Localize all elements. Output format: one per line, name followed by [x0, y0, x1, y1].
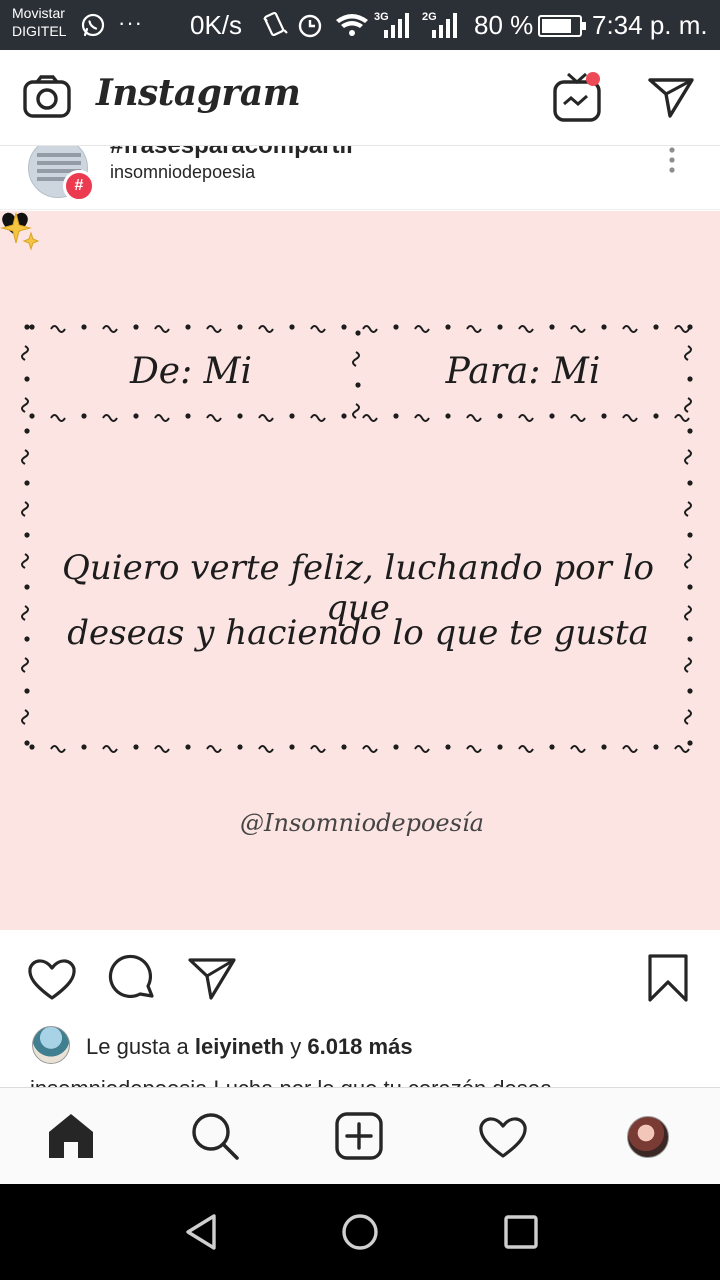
battery-level [542, 19, 571, 33]
home-circle-icon[interactable] [340, 1212, 380, 1252]
save-bookmark-icon[interactable] [642, 954, 694, 1004]
comment-icon[interactable] [106, 954, 158, 1004]
back-icon[interactable] [182, 1212, 222, 1252]
likes-prefix: Le gusta a [86, 1034, 195, 1059]
network-speed: 0K/s [190, 10, 243, 40]
network-2g-label: 2G [422, 11, 437, 23]
likes-count[interactable]: 6.018 más [307, 1034, 412, 1059]
like-heart-icon[interactable] [26, 954, 78, 1004]
likes-text: Le gusta a leiyineth y 6.018 más [86, 1034, 413, 1060]
battery-percent: 80 % [474, 10, 534, 40]
post-image[interactable]: De: Mi Para: Mi Quiero verte feliz, luch… [0, 211, 720, 930]
instagram-top-bar: Instagram [0, 50, 720, 146]
post-actions [0, 930, 720, 1024]
igtv-notification-dot [586, 72, 600, 86]
alarm-icon [298, 14, 322, 38]
post-header: # #frasesparacompartir insomniodepoesia [0, 146, 720, 210]
carrier-line2: DIGITEL [12, 23, 67, 39]
status-icons: 3G 2G [263, 11, 457, 38]
post-username[interactable]: insomniodepoesia [110, 162, 255, 183]
sparkle-icon [0, 212, 40, 251]
instagram-logo: Instagram [96, 72, 301, 114]
profile-avatar[interactable] [627, 1116, 669, 1158]
search-icon[interactable] [189, 1110, 241, 1162]
wifi-icon [336, 14, 368, 36]
new-post-icon[interactable] [333, 1110, 385, 1162]
activity-heart-icon[interactable] [477, 1110, 529, 1162]
likes-row[interactable]: Le gusta a leiyineth y 6.018 más [0, 1024, 720, 1068]
whatsapp-icon [81, 13, 105, 37]
carrier-line1: Movistar [12, 5, 65, 21]
more-options-icon[interactable] [662, 146, 682, 180]
system-navigation-bar [0, 1184, 720, 1280]
camera-icon[interactable] [22, 74, 72, 120]
to-label: Para: Mi [445, 351, 601, 392]
liker-avatar [32, 1026, 70, 1064]
from-label: De: Mi [129, 351, 253, 392]
bottom-navigation [0, 1087, 720, 1184]
carrier-name: Movistar DIGITEL [12, 4, 66, 40]
status-bar: Movistar DIGITEL ··· 0K/s 3G 2G 80 % 7:3… [0, 0, 720, 50]
caption-preview: insomniodepoesia Lucha por lo que tu cor… [0, 1068, 720, 1088]
direct-message-icon[interactable] [646, 74, 696, 120]
clock: 7:34 p. m. [592, 10, 708, 40]
hashtag-badge: # [63, 170, 95, 202]
recents-icon[interactable] [501, 1212, 541, 1252]
likes-joiner: y [284, 1034, 308, 1059]
battery-icon [538, 15, 586, 37]
avatar-text-lines [37, 153, 81, 157]
watermark-signature: @Insomniodepoesía [240, 809, 484, 837]
liker-username[interactable]: leiyineth [195, 1034, 284, 1059]
home-icon[interactable] [45, 1110, 97, 1162]
share-icon[interactable] [186, 954, 238, 1004]
message-line-2: deseas y haciendo lo que te gusta [67, 613, 649, 653]
vibrate-icon [263, 11, 288, 37]
network-3g-label: 3G [374, 11, 389, 23]
post-hashtag-title[interactable]: #frasesparacompartir [110, 146, 355, 160]
more-notifications-icon: ··· [118, 10, 143, 35]
